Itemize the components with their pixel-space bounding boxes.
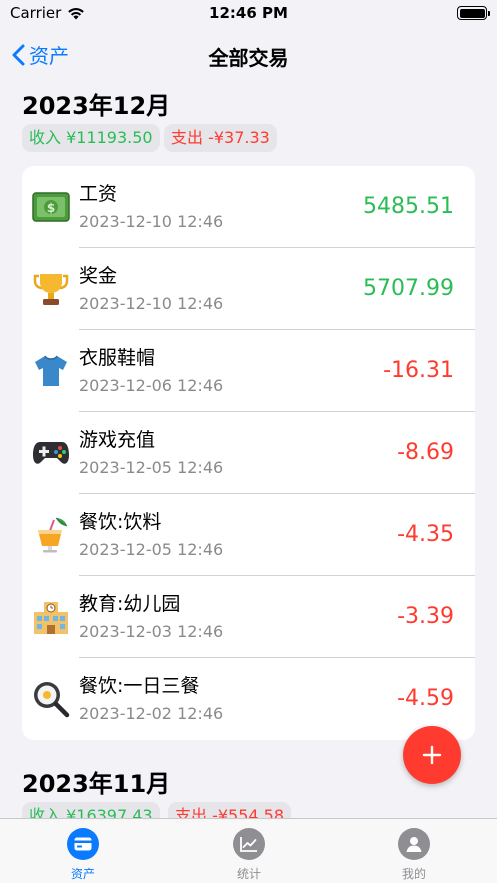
tab-assets[interactable]: 资产 [0, 819, 166, 883]
frying-pan-icon [32, 680, 70, 718]
svg-text:$: $ [47, 201, 55, 215]
tab-profile[interactable]: 我的 [331, 819, 497, 883]
transaction-row[interactable]: 餐饮:一日三餐 2023-12-02 12:46 -4.59 [22, 658, 475, 740]
person-icon [398, 828, 430, 860]
navigation-bar: 资产 全部交易 [0, 36, 497, 76]
expense-summary-badge: 支出 -¥37.33 [164, 124, 277, 152]
page-title: 全部交易 [208, 46, 289, 70]
transaction-row[interactable]: 餐饮:饮料 2023-12-05 12:46 -4.35 [22, 494, 475, 576]
add-transaction-button[interactable] [403, 726, 461, 784]
transaction-name: 奖金 [79, 265, 118, 287]
transaction-row[interactable]: 游戏充值 2023-12-05 12:46 -8.69 [22, 412, 475, 494]
transaction-amount: 5485.51 [363, 194, 454, 219]
transaction-row[interactable]: $ 工资 2023-12-10 12:46 5485.51 [22, 166, 475, 248]
transaction-name: 游戏充值 [79, 429, 156, 451]
transaction-date: 2023-12-03 12:46 [79, 622, 224, 641]
transaction-amount: -16.31 [383, 358, 454, 383]
transaction-row[interactable]: 教育:幼儿园 2023-12-03 12:46 -3.39 [22, 576, 475, 658]
status-time: 12:46 PM [209, 4, 288, 22]
money-icon: $ [32, 188, 70, 226]
transaction-date: 2023-12-02 12:46 [79, 704, 224, 723]
tab-label: 资产 [70, 867, 95, 881]
transaction-date: 2023-12-05 12:46 [79, 540, 224, 559]
transaction-name: 教育:幼儿园 [79, 593, 181, 615]
transaction-amount: -8.69 [397, 440, 454, 465]
transaction-amount: 5707.99 [363, 276, 454, 301]
plus-icon [422, 745, 442, 765]
status-bar: Carrier 12:46 PM [0, 0, 497, 28]
transaction-name: 工资 [79, 183, 118, 205]
transaction-date: 2023-12-05 12:46 [79, 458, 224, 477]
transaction-amount: -3.39 [397, 604, 454, 629]
tab-bar: 资产 统计 我的 [0, 818, 497, 883]
transaction-amount: -4.35 [397, 522, 454, 547]
transaction-date: 2023-12-06 12:46 [79, 376, 224, 395]
month-title: 2023年12月 [22, 92, 171, 120]
month-title: 2023年11月 [22, 770, 171, 798]
transaction-name: 餐饮:饮料 [79, 511, 162, 533]
tshirt-icon [32, 352, 70, 390]
transaction-row[interactable]: 奖金 2023-12-10 12:46 5707.99 [22, 248, 475, 330]
transaction-row[interactable]: 衣服鞋帽 2023-12-06 12:46 -16.31 [22, 330, 475, 412]
battery-icon [457, 6, 490, 20]
income-summary-badge: 收入 ¥11193.50 [22, 124, 160, 152]
transaction-name: 餐饮:一日三餐 [79, 675, 200, 697]
transaction-list: $ 工资 2023-12-10 12:46 5485.51 奖金 2023-12… [22, 166, 475, 740]
gamepad-icon [32, 434, 70, 472]
transaction-name: 衣服鞋帽 [79, 347, 156, 369]
card-icon [67, 828, 99, 860]
transaction-date: 2023-12-10 12:46 [79, 212, 224, 231]
trophy-icon [32, 270, 70, 308]
transaction-amount: -4.59 [397, 686, 454, 711]
tab-label: 我的 [401, 867, 426, 881]
school-icon [32, 598, 70, 636]
tab-label: 统计 [236, 867, 261, 881]
chart-icon [233, 828, 265, 860]
transaction-date: 2023-12-10 12:46 [79, 294, 224, 313]
tab-statistics[interactable]: 统计 [166, 819, 332, 883]
drink-icon [32, 516, 70, 554]
